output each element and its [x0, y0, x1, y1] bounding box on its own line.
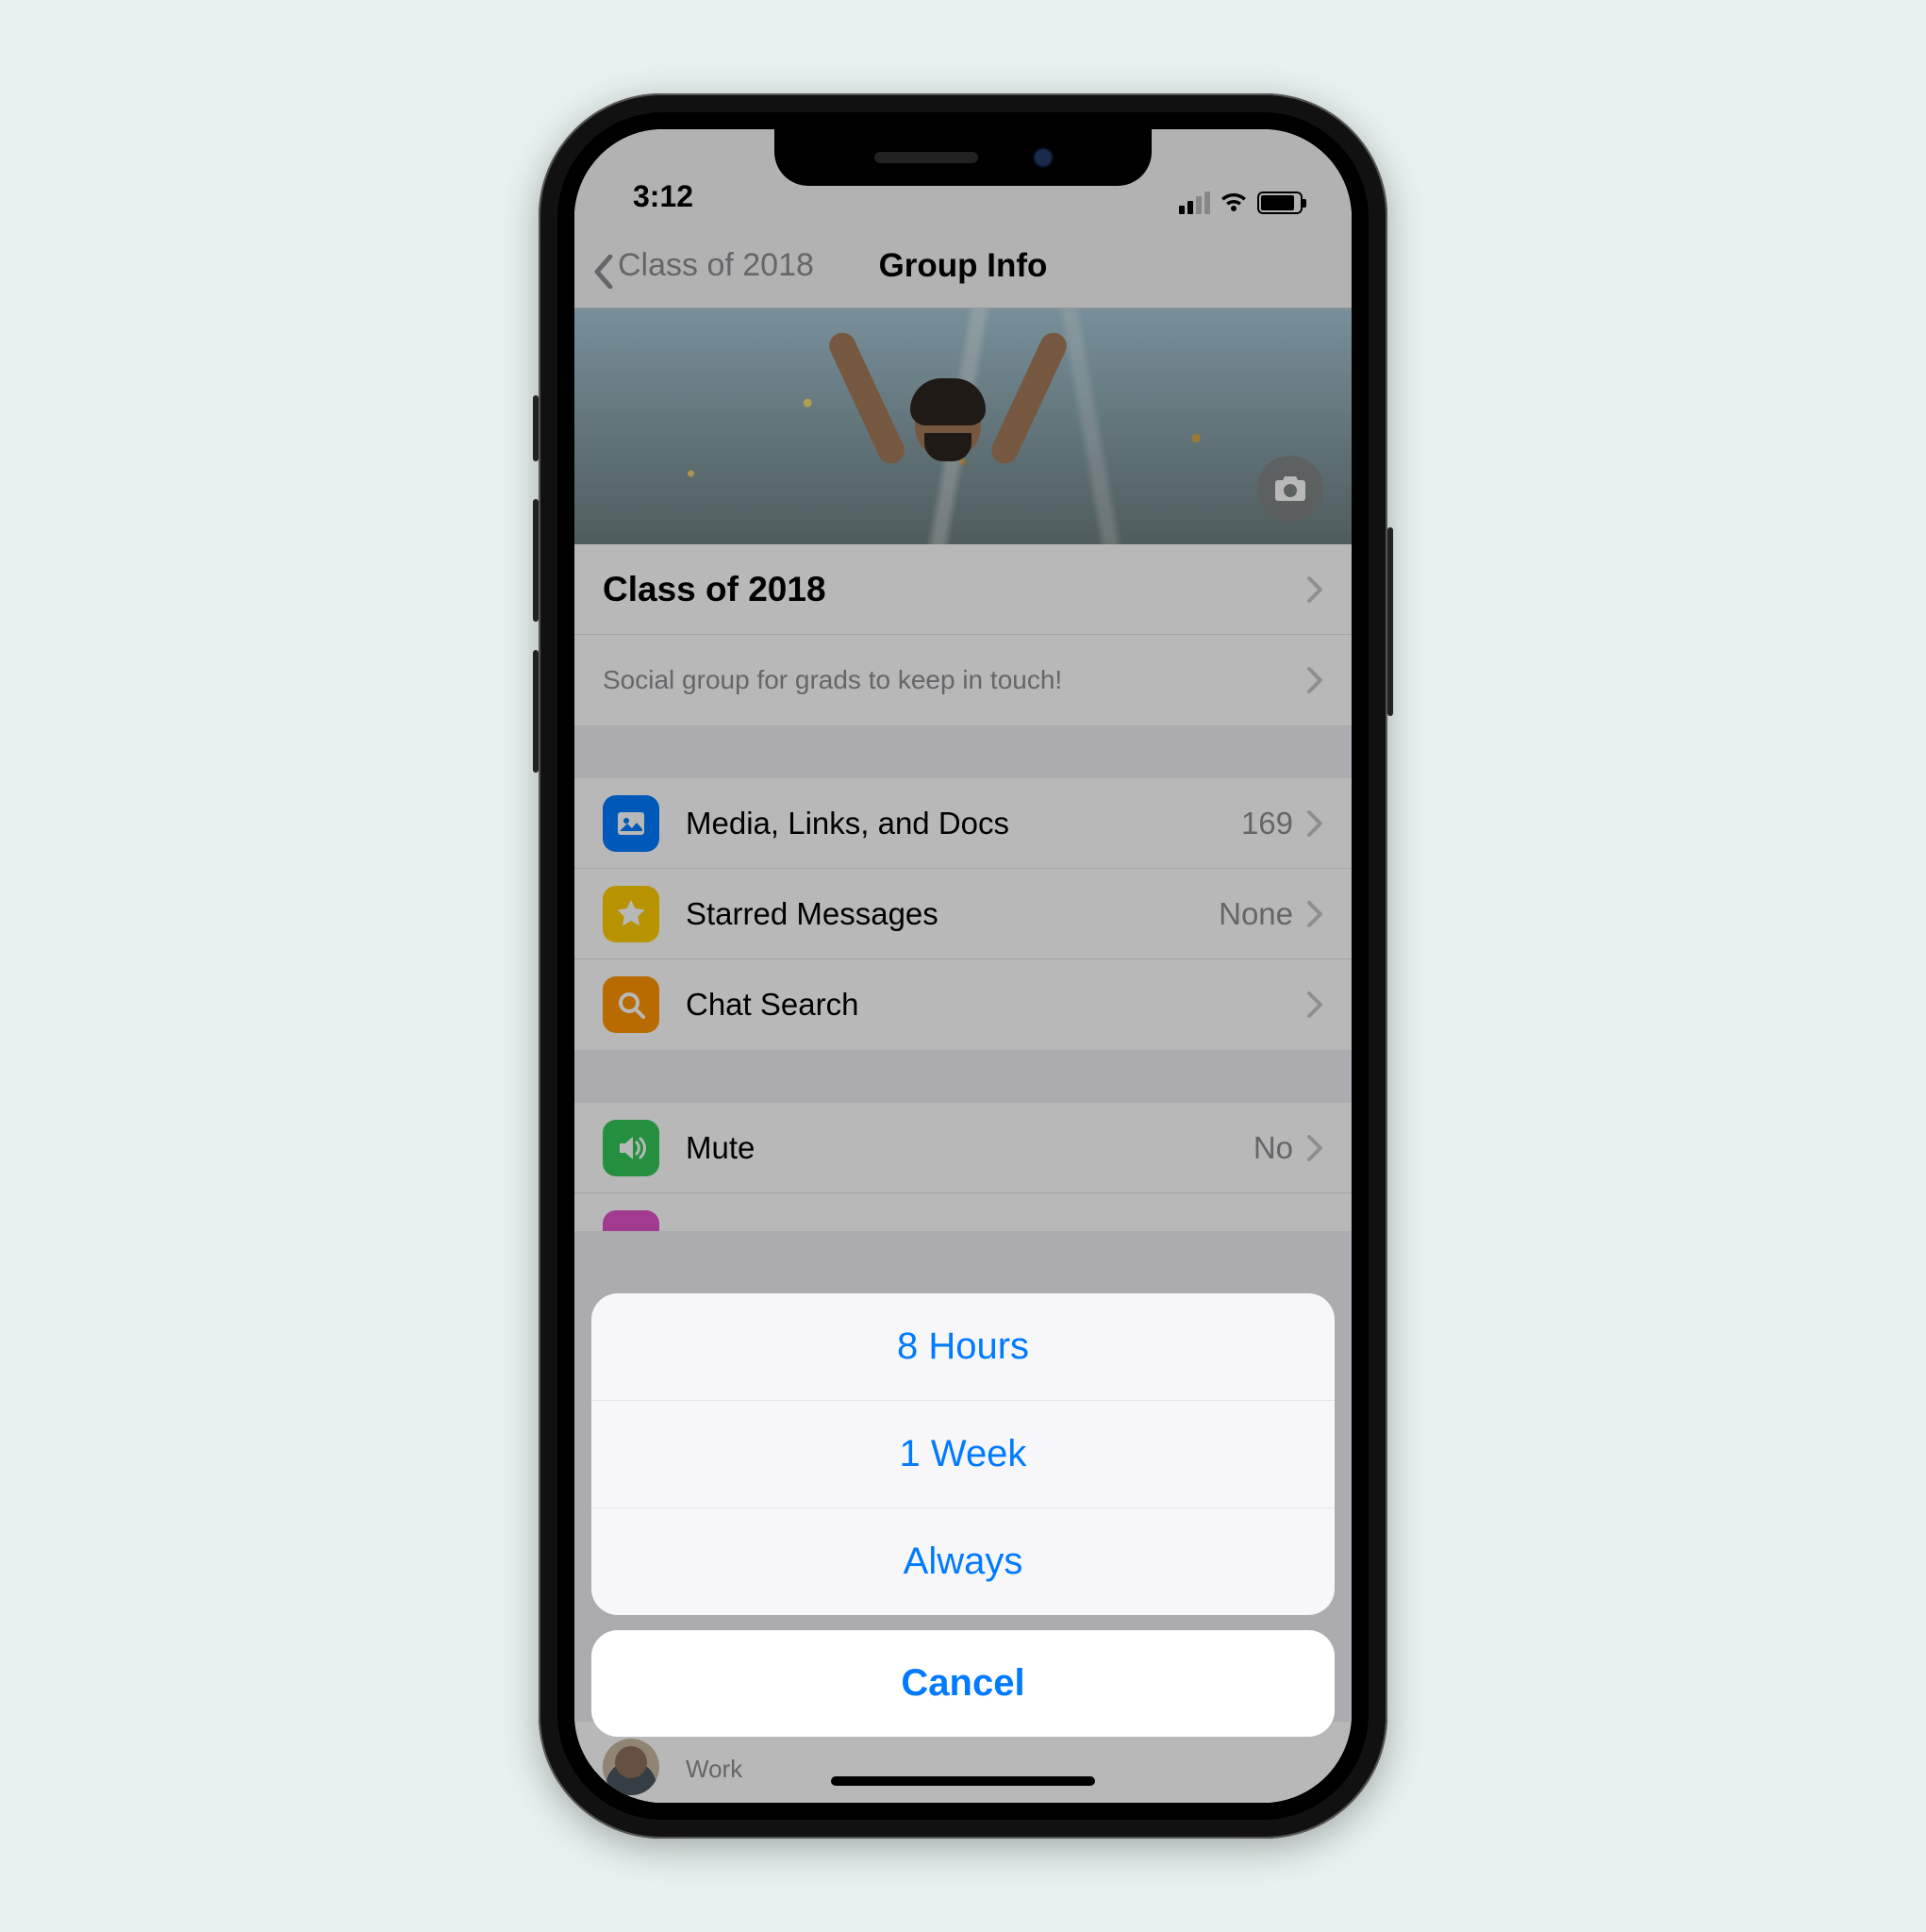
- phone-frame: 3:12 Class of 2018 Group Info: [539, 93, 1387, 1839]
- mute-option-always[interactable]: Always: [591, 1508, 1335, 1615]
- screen: 3:12 Class of 2018 Group Info: [574, 129, 1352, 1803]
- notch: [774, 129, 1152, 186]
- mute-option-1week[interactable]: 1 Week: [591, 1401, 1335, 1508]
- home-indicator[interactable]: [831, 1776, 1095, 1786]
- mute-option-8hours[interactable]: 8 Hours: [591, 1293, 1335, 1401]
- cancel-button[interactable]: Cancel: [591, 1630, 1335, 1737]
- action-sheet: 8 Hours 1 Week Always Cancel: [574, 1278, 1352, 1803]
